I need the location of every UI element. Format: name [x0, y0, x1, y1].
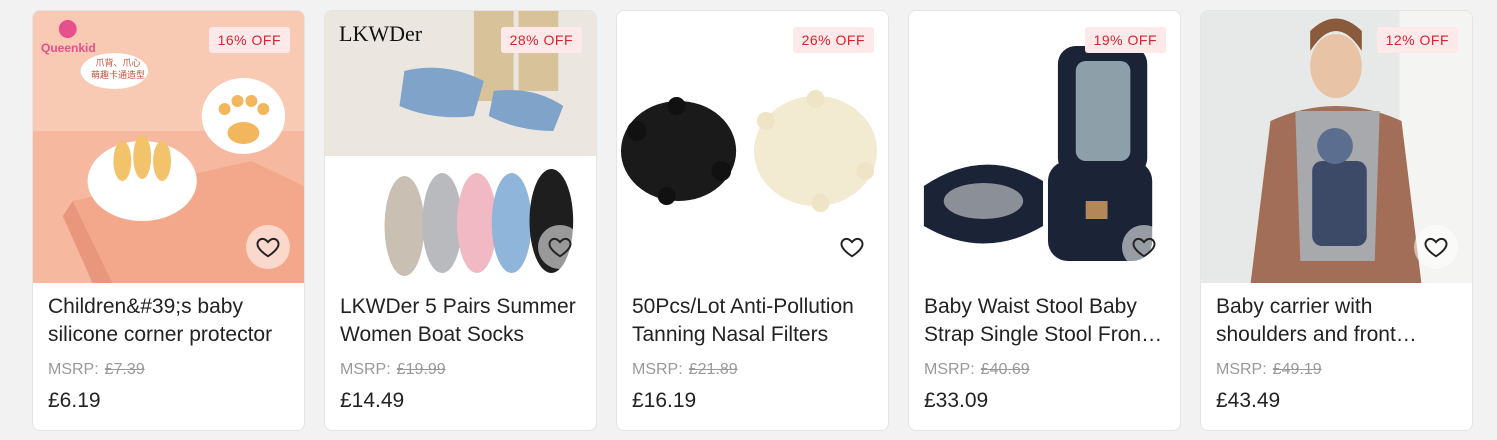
- favorite-button[interactable]: [1414, 225, 1458, 269]
- discount-badge: 19% OFF: [1084, 27, 1166, 53]
- heart-outline-icon: [840, 237, 864, 258]
- favorite-button[interactable]: [538, 225, 582, 269]
- discount-badge: 16% OFF: [208, 27, 290, 53]
- msrp-label: MSRP:: [340, 361, 391, 378]
- msrp: MSRP: £49.19: [1216, 361, 1457, 379]
- discount-badge: 28% OFF: [500, 27, 582, 53]
- image-caption-line: 萌趣卡通造型: [91, 70, 146, 80]
- product-grid-row: Queenkid 爪背、爪心 萌趣卡通造型 16% OFF Children&#…: [32, 10, 1473, 431]
- msrp: MSRP: £40.69: [924, 361, 1165, 379]
- msrp-label: MSRP:: [924, 361, 975, 378]
- product-card[interactable]: 26% OFF 50Pcs/Lot Anti-Pollution Tanning…: [616, 10, 889, 431]
- product-title[interactable]: Children&#39;s baby silicone corner prot…: [48, 293, 289, 349]
- product-card[interactable]: 19% OFF Baby Waist Stool Baby Strap Sing…: [908, 10, 1181, 431]
- product-title[interactable]: LKWDer 5 Pairs Summer Women Boat Socks: [340, 293, 581, 349]
- msrp: MSRP: £7.39: [48, 361, 289, 379]
- product-image[interactable]: LKWDer 28% OFF: [325, 11, 596, 283]
- sale-price: £43.49: [1216, 389, 1281, 412]
- msrp: MSRP: £19.99: [340, 361, 581, 379]
- image-caption: 爪背、爪心 萌趣卡通造型: [91, 57, 145, 81]
- msrp-price: £7.39: [104, 361, 145, 378]
- heart-outline-icon: [1424, 237, 1448, 258]
- image-caption-line: 爪背、爪心: [95, 58, 141, 68]
- brand-name: LKWDer: [339, 21, 423, 46]
- product-image[interactable]: 19% OFF: [909, 11, 1180, 283]
- product-title[interactable]: 50Pcs/Lot Anti-Pollution Tanning Nasal F…: [632, 293, 873, 349]
- msrp-price: £21.89: [688, 361, 738, 378]
- heart-outline-icon: [256, 237, 280, 258]
- sale-price: £33.09: [924, 389, 989, 412]
- brand-logo: Queenkid: [41, 41, 96, 55]
- msrp-label: MSRP:: [632, 361, 683, 378]
- product-card[interactable]: 12% OFF Baby carrier with shoulders and …: [1200, 10, 1473, 431]
- favorite-button[interactable]: [246, 225, 290, 269]
- sale-price: £14.49: [340, 389, 405, 412]
- msrp-label: MSRP:: [48, 361, 99, 378]
- msrp-price: £19.99: [396, 361, 446, 378]
- discount-badge: 26% OFF: [792, 27, 874, 53]
- heart-outline-icon: [1132, 237, 1156, 258]
- sale-price: £16.19: [632, 389, 697, 412]
- heart-outline-icon: [548, 237, 572, 258]
- product-card[interactable]: LKWDer 28% OFF LKWDer 5 Pairs Summer Wom…: [324, 10, 597, 431]
- product-image[interactable]: 26% OFF: [617, 11, 888, 283]
- product-card[interactable]: Queenkid 爪背、爪心 萌趣卡通造型 16% OFF Children&#…: [32, 10, 305, 431]
- msrp-label: MSRP:: [1216, 361, 1267, 378]
- product-title[interactable]: Baby Waist Stool Baby Strap Single Stool…: [924, 293, 1165, 349]
- product-image[interactable]: Queenkid 爪背、爪心 萌趣卡通造型 16% OFF: [33, 11, 304, 283]
- product-image[interactable]: 12% OFF: [1201, 11, 1472, 283]
- msrp: MSRP: £21.89: [632, 361, 873, 379]
- msrp-price: £40.69: [980, 361, 1030, 378]
- discount-badge: 12% OFF: [1376, 27, 1458, 53]
- msrp-price: £49.19: [1272, 361, 1322, 378]
- favorite-button[interactable]: [830, 225, 874, 269]
- favorite-button[interactable]: [1122, 225, 1166, 269]
- sale-price: £6.19: [48, 389, 101, 412]
- product-title[interactable]: Baby carrier with shoulders and front ho…: [1216, 293, 1457, 349]
